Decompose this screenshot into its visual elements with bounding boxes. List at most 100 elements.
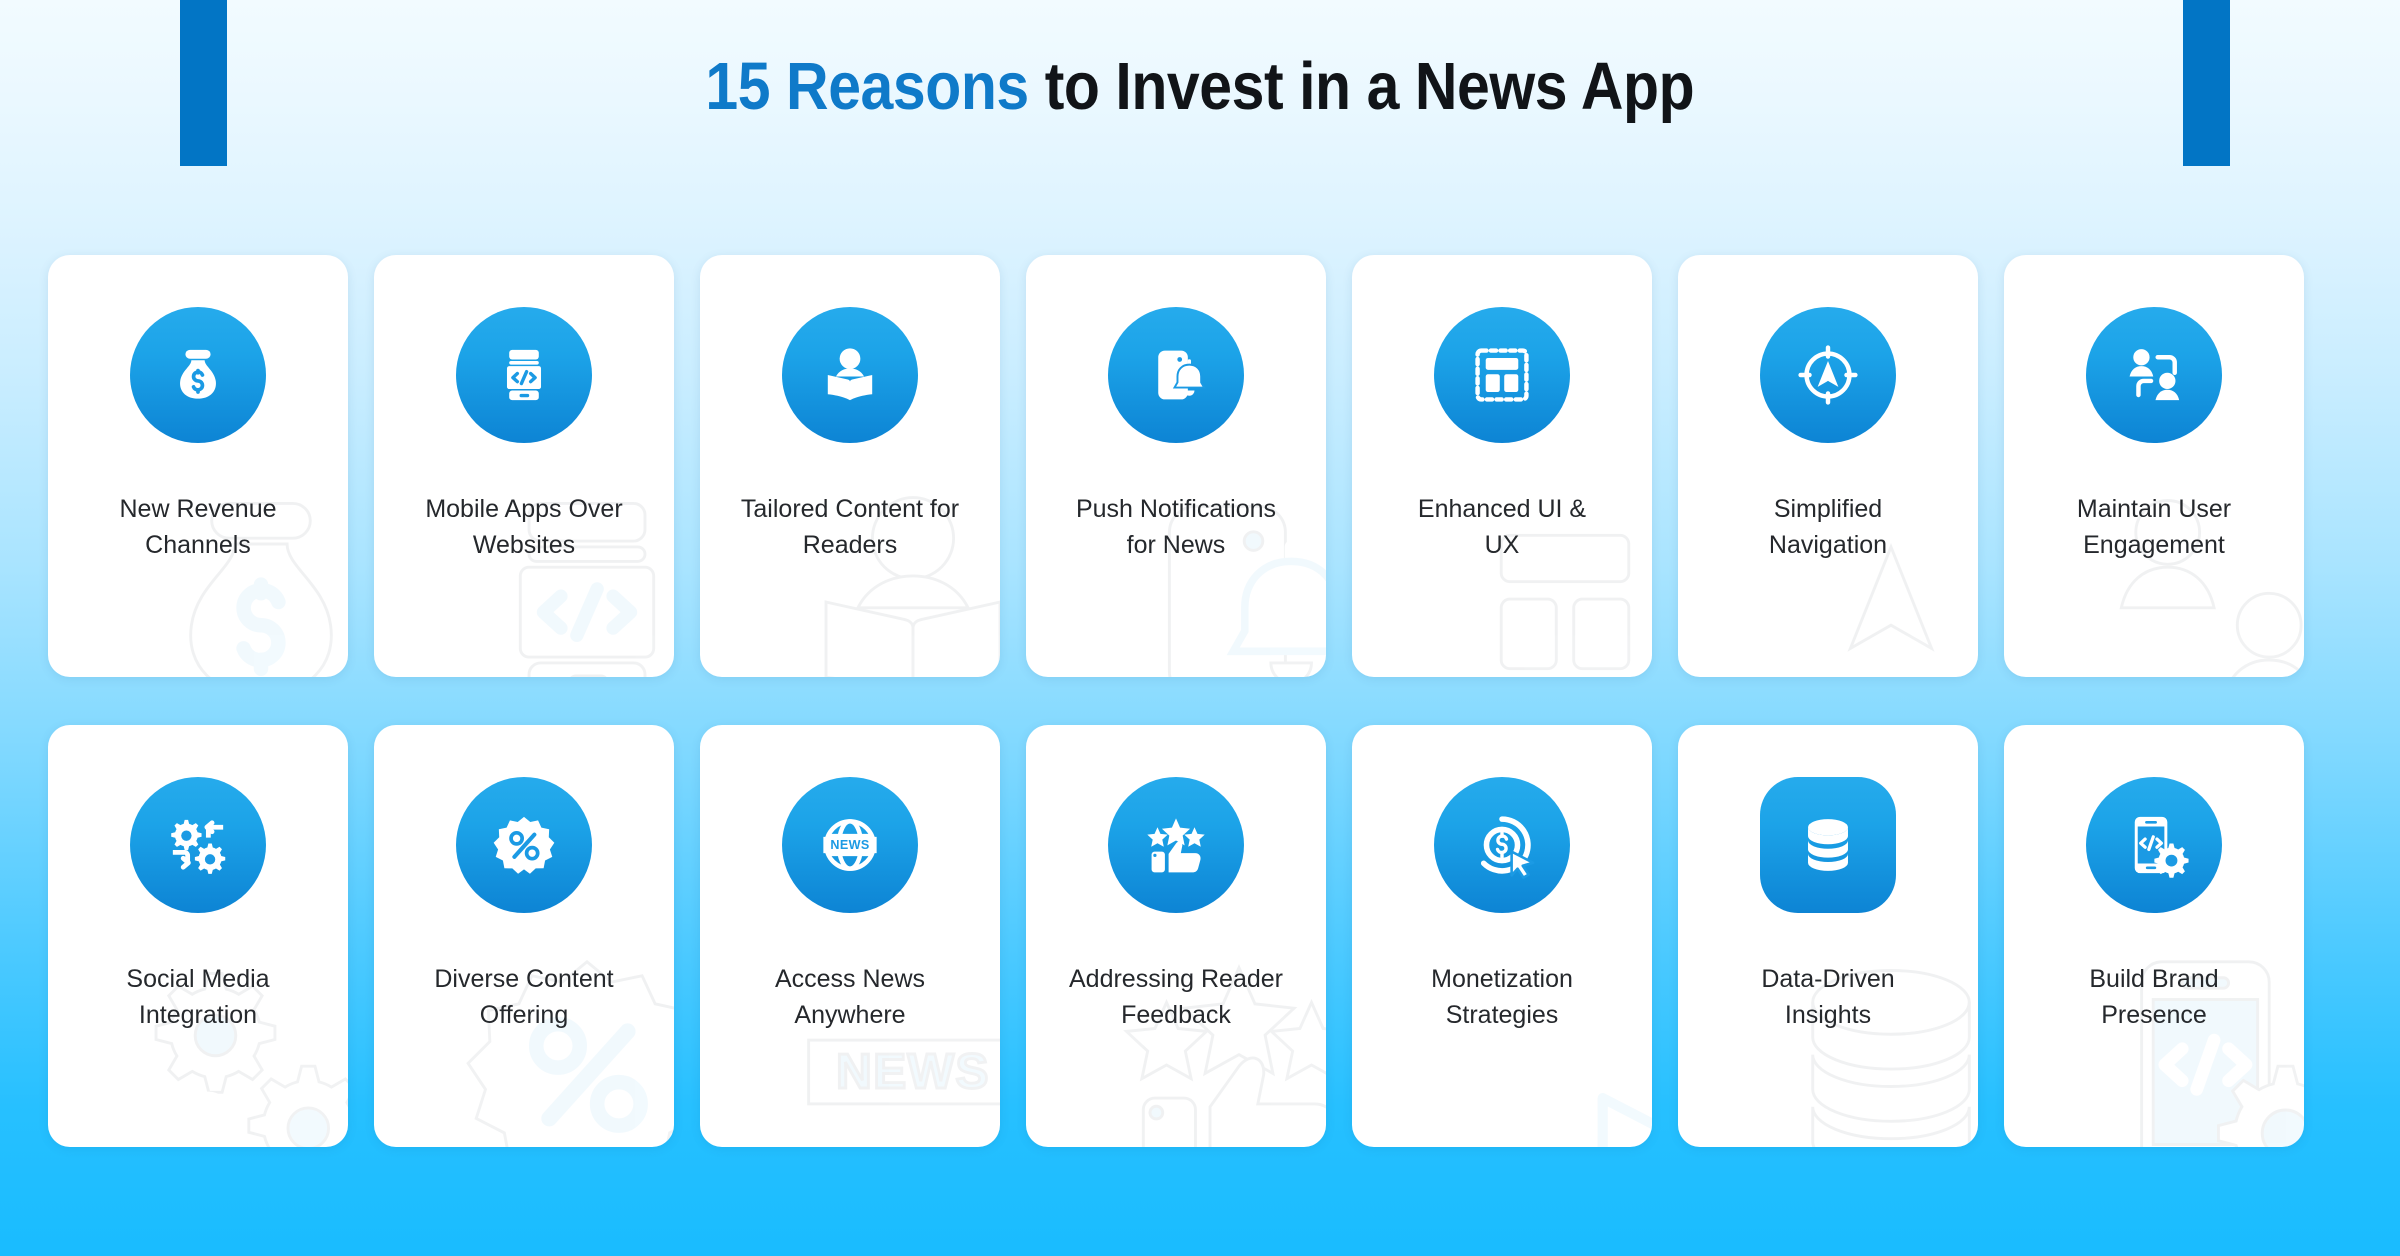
card-label: Monetization Strategies: [1377, 961, 1627, 1034]
card-watermark: [442, 457, 674, 677]
card-watermark: [116, 927, 348, 1147]
reason-card-new-revenue-channels[interactable]: New Revenue Channels: [48, 255, 348, 677]
card-label: Push Notifications for News: [1051, 491, 1301, 564]
card-label-line-1: Monetization: [1431, 965, 1573, 993]
card-label-line-2: UX: [1484, 531, 1520, 560]
card-watermark: [1746, 927, 1978, 1147]
card-label-line-2: Strategies: [1445, 1001, 1559, 1030]
icon-badge: [2086, 307, 2222, 443]
card-watermark: [768, 457, 1000, 677]
reason-card-mobile-apps-over-websites[interactable]: Mobile Apps Over Websites: [374, 255, 674, 677]
phone-bell-notification-icon: [1139, 338, 1213, 412]
reason-card-access-news-anywhere[interactable]: Access News Anywhere: [700, 725, 1000, 1147]
reason-card-tailored-content-for-readers[interactable]: Tailored Content for Readers: [700, 255, 1000, 677]
mobile-code-icon: [487, 338, 561, 412]
reason-card-build-brand-presence[interactable]: Build Brand Presence: [2004, 725, 2304, 1147]
icon-badge: [782, 777, 918, 913]
icon-badge: [1760, 777, 1896, 913]
thumbs-up-stars-icon: [1139, 808, 1213, 882]
card-label-line-1: Enhanced UI &: [1417, 495, 1587, 523]
compass-navigation-icon: [1791, 338, 1865, 412]
card-label-line-1: Mobile Apps Over: [425, 495, 623, 523]
page-title-accent: 15 Reasons: [705, 48, 1030, 124]
reasons-row-1: New Revenue Channels Mobile Apps Over We…: [48, 255, 2352, 677]
icon-badge: [782, 307, 918, 443]
reason-card-simplified-navigation[interactable]: Simplified Navigation: [1678, 255, 1978, 677]
card-label: Mobile Apps Over Websites: [399, 491, 649, 564]
card-watermark: [442, 927, 674, 1147]
card-label-line-2: for News: [1126, 531, 1226, 560]
card-watermark: [2072, 457, 2304, 677]
icon-badge: [1434, 777, 1570, 913]
reason-card-maintain-user-engagement[interactable]: Maintain User Engagement: [2004, 255, 2304, 677]
gears-sync-icon: [161, 808, 235, 882]
card-watermark: [2072, 927, 2304, 1147]
card-label-line-2: Anywhere: [794, 1001, 906, 1030]
card-label: Data-Driven Insights: [1703, 961, 1953, 1034]
card-watermark: [1094, 457, 1326, 677]
person-reading-book-icon: [813, 338, 887, 412]
icon-badge: [1108, 777, 1244, 913]
card-label: Simplified Navigation: [1703, 491, 1953, 564]
card-label: Addressing Reader Feedback: [1051, 961, 1301, 1034]
page-title: 15 Reasons to Invest in a News App: [706, 48, 1695, 125]
reason-card-diverse-content-offering[interactable]: Diverse Content Offering: [374, 725, 674, 1147]
card-label: Build Brand Presence: [2029, 961, 2279, 1034]
reasons-grid: New Revenue Channels Mobile Apps Over We…: [48, 255, 2352, 1147]
card-label-line-2: Channels: [145, 531, 251, 560]
card-label-line-1: Simplified: [1773, 495, 1883, 523]
reason-card-enhanced-ui-ux[interactable]: Enhanced UI & UX: [1352, 255, 1652, 677]
card-label: Diverse Content Offering: [399, 961, 649, 1034]
card-watermark: [116, 457, 348, 677]
money-bag-icon: [161, 338, 235, 412]
card-label-line-2: Presence: [2101, 1001, 2207, 1030]
card-label-line-2: Websites: [472, 531, 576, 560]
icon-badge: [130, 307, 266, 443]
card-label-line-1: Data-Driven: [1761, 965, 1895, 993]
card-label-line-2: Navigation: [1768, 531, 1888, 560]
percent-badge-icon: [487, 808, 561, 882]
mobile-code-gear-icon: [2117, 808, 2191, 882]
card-label: Enhanced UI & UX: [1377, 491, 1627, 564]
card-label-line-1: Maintain User: [2076, 495, 2232, 523]
card-label: Access News Anywhere: [725, 961, 975, 1034]
card-label-line-2: Integration: [138, 1001, 258, 1030]
icon-badge: [1108, 307, 1244, 443]
card-label-line-2: Insights: [1784, 1001, 1872, 1030]
card-label-line-1: Diverse Content: [434, 965, 614, 993]
card-label-line-1: Social Media: [126, 965, 270, 993]
icon-badge: [130, 777, 266, 913]
database-stack-icon: [1791, 808, 1865, 882]
card-label-line-1: Access News: [774, 965, 926, 993]
card-watermark: [1746, 457, 1978, 677]
card-label-line-1: Addressing Reader: [1068, 965, 1283, 993]
icon-badge: [456, 777, 592, 913]
reason-card-monetization-strategies[interactable]: Monetization Strategies: [1352, 725, 1652, 1147]
card-watermark: [1094, 927, 1326, 1147]
dollar-coin-cursor-icon: [1465, 808, 1539, 882]
reason-card-addressing-reader-feedback[interactable]: Addressing Reader Feedback: [1026, 725, 1326, 1147]
reason-card-push-notifications-for-news[interactable]: Push Notifications for News: [1026, 255, 1326, 677]
card-label: New Revenue Channels: [73, 491, 323, 564]
card-label: Social Media Integration: [73, 961, 323, 1034]
card-label-line-2: Readers: [802, 531, 898, 560]
card-label-line-2: Feedback: [1121, 1001, 1231, 1030]
icon-badge: [2086, 777, 2222, 913]
card-label-line-1: Push Notifications: [1075, 495, 1277, 523]
card-label-line-1: New Revenue: [119, 495, 277, 523]
page-header: 15 Reasons to Invest in a News App: [0, 0, 2400, 172]
reason-card-social-media-integration[interactable]: Social Media Integration: [48, 725, 348, 1147]
icon-badge: [1760, 307, 1896, 443]
card-watermark: [768, 927, 1000, 1147]
reason-card-data-driven-insights[interactable]: Data-Driven Insights: [1678, 725, 1978, 1147]
globe-news-icon: [813, 808, 887, 882]
card-label: Maintain User Engagement: [2029, 491, 2279, 564]
wireframe-layout-icon: [1465, 338, 1539, 412]
card-label-line-2: Engagement: [2083, 531, 2225, 560]
icon-badge: [456, 307, 592, 443]
card-watermark: [1420, 927, 1652, 1147]
icon-badge: [1434, 307, 1570, 443]
card-label-line-2: Offering: [479, 1001, 569, 1030]
card-label-line-1: Tailored Content for: [740, 495, 960, 523]
card-label: Tailored Content for Readers: [725, 491, 975, 564]
